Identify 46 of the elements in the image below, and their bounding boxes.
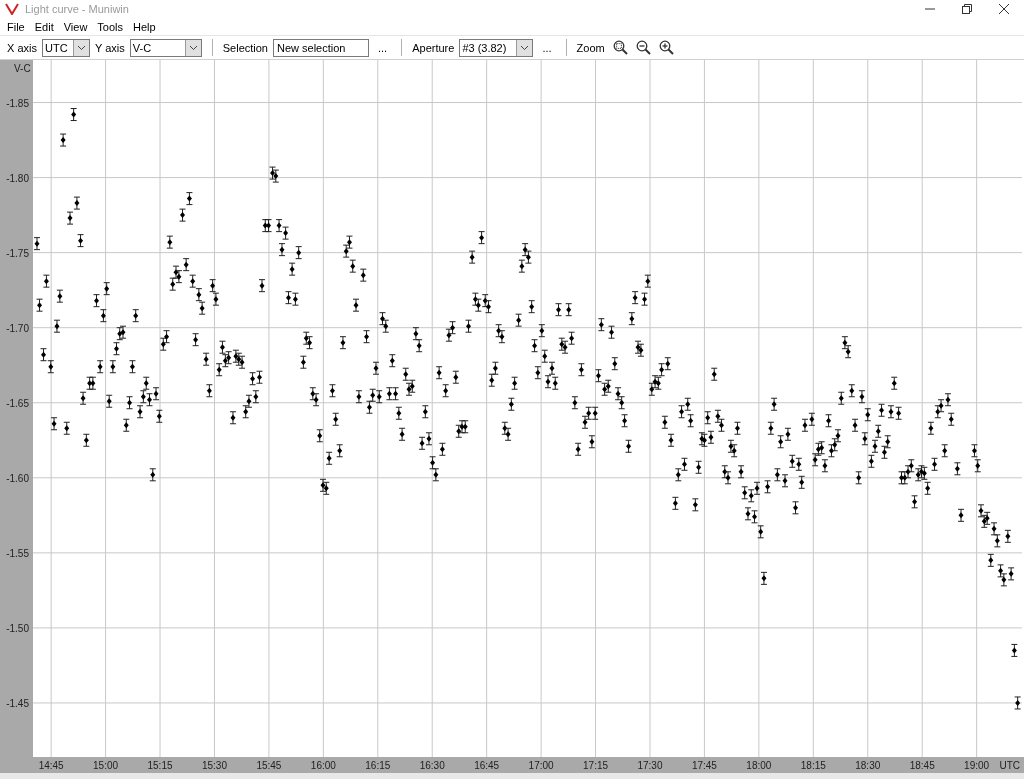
menu-item[interactable]: Tools (92, 20, 129, 33)
selection-field[interactable]: New selection (273, 38, 369, 57)
x-tick-label: 15:45 (256, 760, 282, 771)
x-tick-label: 15:00 (93, 760, 119, 771)
y-tick-label: -1.60 (6, 472, 29, 484)
menu-item[interactable]: File (2, 20, 30, 33)
x-tick-label: 17:00 (528, 760, 554, 771)
window-title: Light curve - Muniwin (25, 3, 129, 15)
x-tick-label: 17:45 (691, 760, 717, 771)
x-tick-label: 18:45 (909, 760, 935, 771)
y-tick-label: -1.80 (6, 172, 29, 184)
selection-more-button[interactable]: ... (374, 41, 392, 54)
menu-item[interactable]: Help (128, 20, 161, 33)
x-tick-label: 14:45 (38, 760, 64, 771)
x-axis-label: X axis (7, 41, 37, 54)
aperture-more-button[interactable]: ... (538, 41, 556, 54)
selection-label: Selection (222, 41, 268, 54)
y-tick-label: -1.50 (6, 622, 29, 634)
x-tick-label: 16:30 (419, 760, 445, 771)
aperture-dropdown[interactable]: #3 (3.82) (459, 38, 534, 57)
y-tick-label: -1.70 (6, 322, 29, 334)
y-tick-label: -1.45 (6, 697, 29, 709)
x-tick-label: 16:15 (365, 760, 391, 771)
x-tick-label: 15:30 (201, 760, 227, 771)
x-tick-label: 17:30 (637, 760, 663, 771)
x-tick-label: 17:15 (583, 760, 609, 771)
x-tick-label: 15:15 (147, 760, 173, 771)
y-tick-label: -1.85 (6, 97, 29, 109)
y-axis-dropdown[interactable]: V-C (129, 38, 202, 57)
x-tick-label: 18:00 (746, 760, 772, 771)
x-tick-label: 18:30 (855, 760, 881, 771)
x-tick-label: 19:00 (964, 760, 990, 771)
y-tick-label: -1.65 (6, 397, 29, 409)
y-tick-label: -1.75 (6, 247, 29, 259)
y-axis-title: V-C (14, 63, 31, 74)
y-tick-label: -1.55 (6, 547, 29, 559)
menu-item[interactable]: Edit (29, 20, 59, 33)
x-tick-label: 16:45 (474, 760, 500, 771)
x-tick-label: 16:00 (310, 760, 336, 771)
x-axis-title: UTC (999, 760, 1020, 771)
menu-item[interactable]: View (58, 20, 93, 33)
x-axis-dropdown[interactable]: UTC (41, 38, 90, 57)
aperture-label: Aperture (412, 41, 455, 54)
zoom-label: Zoom (576, 41, 605, 54)
x-tick-label: 18:15 (800, 760, 826, 771)
y-axis-label: Y axis (94, 41, 125, 54)
